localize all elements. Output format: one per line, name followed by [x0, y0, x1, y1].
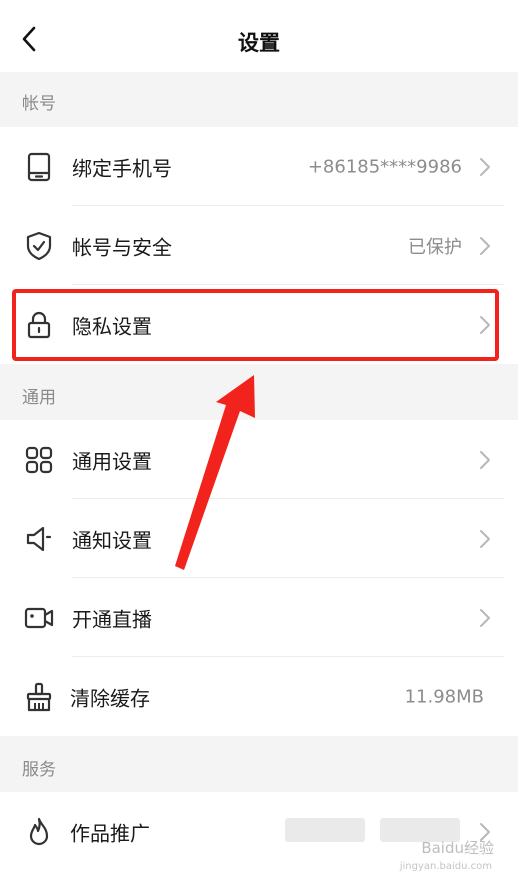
watermark: Baidu经验 [421, 839, 494, 857]
settings-row-label: 帐号与安全 [72, 235, 172, 259]
settings-row-clear-cache[interactable]: 清除缓存 11.98MB [0, 657, 518, 736]
settings-row-label: 开通直播 [72, 607, 152, 631]
phone-icon [22, 150, 56, 184]
settings-row-value: +86185****9986 [307, 156, 462, 177]
settings-row-live[interactable]: 开通直播 [0, 578, 518, 657]
chevron-right-icon [480, 450, 490, 469]
settings-row-bind-phone[interactable]: 绑定手机号 +86185****9986 [0, 127, 518, 206]
general-group: 通用设置 通知设置 开通直播 清除缓存 11.98MB [0, 420, 518, 736]
settings-row-label: 通用设置 [72, 449, 152, 473]
video-camera-icon [22, 601, 56, 635]
settings-row-general-settings[interactable]: 通用设置 [0, 420, 518, 499]
settings-row-label: 作品推广 [70, 821, 150, 845]
chevron-right-icon [480, 315, 490, 334]
settings-row-value: 已保护 [408, 236, 462, 258]
section-label-service: 服务 [22, 760, 56, 780]
chevron-right-icon [480, 529, 490, 548]
settings-row-label: 隐私设置 [72, 314, 152, 338]
speaker-icon [22, 522, 56, 556]
blurred-value [285, 818, 365, 842]
settings-row-label: 绑定手机号 [72, 156, 172, 180]
brush-icon [22, 680, 56, 714]
settings-row-value: 11.98MB [404, 686, 484, 707]
chevron-right-icon [480, 608, 490, 627]
chevron-right-icon [480, 236, 490, 255]
top-bar: 设置 [0, 0, 518, 72]
section-label-general: 通用 [22, 388, 56, 408]
chevron-right-icon [480, 157, 490, 176]
shield-icon [22, 229, 56, 263]
lock-icon [22, 308, 56, 342]
settings-row-notification[interactable]: 通知设置 [0, 499, 518, 578]
grid-icon [22, 443, 56, 477]
page-title: 设置 [238, 31, 280, 55]
settings-row-account-security[interactable]: 帐号与安全 已保护 [0, 206, 518, 285]
section-label-account: 帐号 [22, 94, 56, 114]
flame-icon [22, 815, 56, 849]
watermark-url: jingyan.baidu.com [399, 861, 492, 872]
settings-row-privacy[interactable]: 隐私设置 [0, 285, 518, 364]
settings-row-label: 通知设置 [72, 528, 152, 552]
account-group: 绑定手机号 +86185****9986 帐号与安全 已保护 隐私设置 [0, 127, 518, 364]
settings-row-label: 清除缓存 [70, 686, 150, 710]
